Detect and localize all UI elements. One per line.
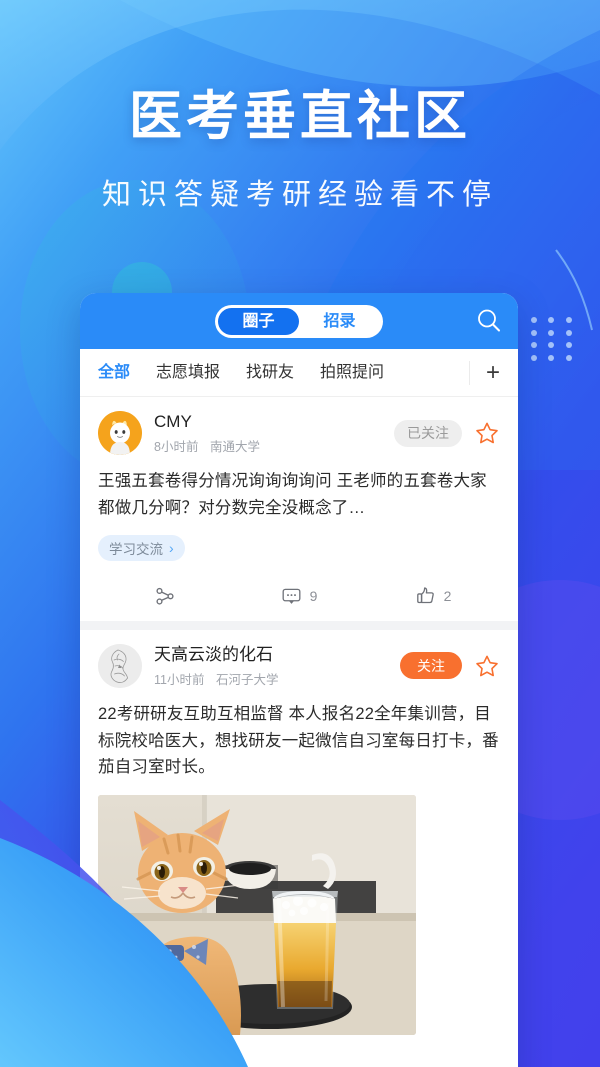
dot-grid-decoration — [531, 317, 583, 367]
post-meta: CMY 8小时前 南通大学 — [154, 411, 394, 455]
comment-count: 9 — [309, 587, 318, 604]
topic-tag[interactable]: 学习交流 › — [98, 534, 185, 561]
segment-circle[interactable]: 圈子 — [218, 307, 299, 335]
post-meta: 天高云淡的化石 11小时前 石河子大学 — [154, 644, 400, 688]
page-title: 医考垂直社区 — [129, 87, 471, 146]
star-outline-icon[interactable] — [474, 420, 500, 446]
segment-recruit[interactable]: 招录 — [299, 308, 380, 335]
app-preview-card: 圈子 招录 全部 志愿填报 找研友 拍照提问 + CMY 8小时前 南通大学 已… — [80, 293, 518, 1067]
chevron-right-icon: › — [169, 539, 174, 556]
add-tab-button[interactable]: + — [480, 360, 506, 386]
page-subtitle: 知识答疑考研经验看不停 — [101, 178, 498, 211]
follow-button[interactable]: 已关注 — [394, 419, 462, 447]
search-icon[interactable] — [474, 306, 504, 336]
like-count: 2 — [443, 587, 452, 604]
post-header: 天高云淡的化石 11小时前 石河子大学 关注 — [98, 643, 500, 688]
tab-divider — [469, 361, 470, 385]
app-header: 圈子 招录 — [80, 293, 518, 349]
thumbs-up-icon — [415, 585, 436, 606]
post-time: 11小时前 — [154, 672, 205, 687]
comment-button[interactable]: 9 — [232, 585, 366, 606]
promo-screenshot: 医考垂直社区 知识答疑考研经验看不停 圈子 招录 全部 志愿填报 找研友 拍照提… — [0, 0, 600, 1067]
category-tabs[interactable]: 全部 志愿填报 找研友 拍照提问 + — [80, 349, 518, 397]
post-actions: 9 2 — [98, 571, 500, 621]
follow-button[interactable]: 关注 — [400, 652, 462, 680]
post-school: 石河子大学 — [215, 672, 279, 687]
post-feed: CMY 8小时前 南通大学 已关注 王强五套卷得分情况询询询询问 王老师的五套卷… — [80, 397, 518, 1036]
share-icon — [154, 585, 176, 607]
avatar[interactable] — [98, 643, 142, 688]
post-item: CMY 8小时前 南通大学 已关注 王强五套卷得分情况询询询询问 王老师的五套卷… — [80, 397, 518, 621]
comment-icon — [281, 585, 302, 606]
tab-photo-question[interactable]: 拍照提问 — [307, 349, 397, 397]
share-button[interactable] — [98, 585, 232, 607]
post-item: 天高云淡的化石 11小时前 石河子大学 关注 22考研研友互助互相监督 本人报名… — [80, 629, 518, 1036]
like-button[interactable]: 2 — [366, 585, 500, 606]
post-header: CMY 8小时前 南通大学 已关注 — [98, 411, 500, 456]
post-username[interactable]: 天高云淡的化石 — [154, 644, 400, 665]
post-subline: 8小时前 南通大学 — [154, 436, 394, 455]
avatar[interactable] — [98, 411, 142, 456]
star-outline-icon[interactable] — [474, 653, 500, 679]
tab-find-partner[interactable]: 找研友 — [233, 349, 307, 397]
hero-block: 医考垂直社区 知识答疑考研经验看不停 — [0, 86, 600, 213]
post-username[interactable]: CMY — [154, 411, 394, 432]
post-time: 8小时前 — [154, 440, 199, 455]
topic-tag-label: 学习交流 — [109, 541, 163, 557]
tab-application[interactable]: 志愿填报 — [143, 349, 233, 397]
post-content: 王强五套卷得分情况询询询询问 王老师的五套卷大家都做几分啊？对分数完全没概念了… — [98, 472, 487, 517]
post-school: 南通大学 — [209, 440, 260, 455]
segmented-control[interactable]: 圈子 招录 — [215, 304, 383, 338]
post-subline: 11小时前 石河子大学 — [154, 669, 400, 688]
tab-all[interactable]: 全部 — [80, 349, 143, 397]
post-photo[interactable] — [98, 795, 416, 1036]
post-content: 22考研研友互助互相监督 本人报名22全年集训营，目标院校哈医大，想找研友一起微… — [98, 704, 499, 777]
